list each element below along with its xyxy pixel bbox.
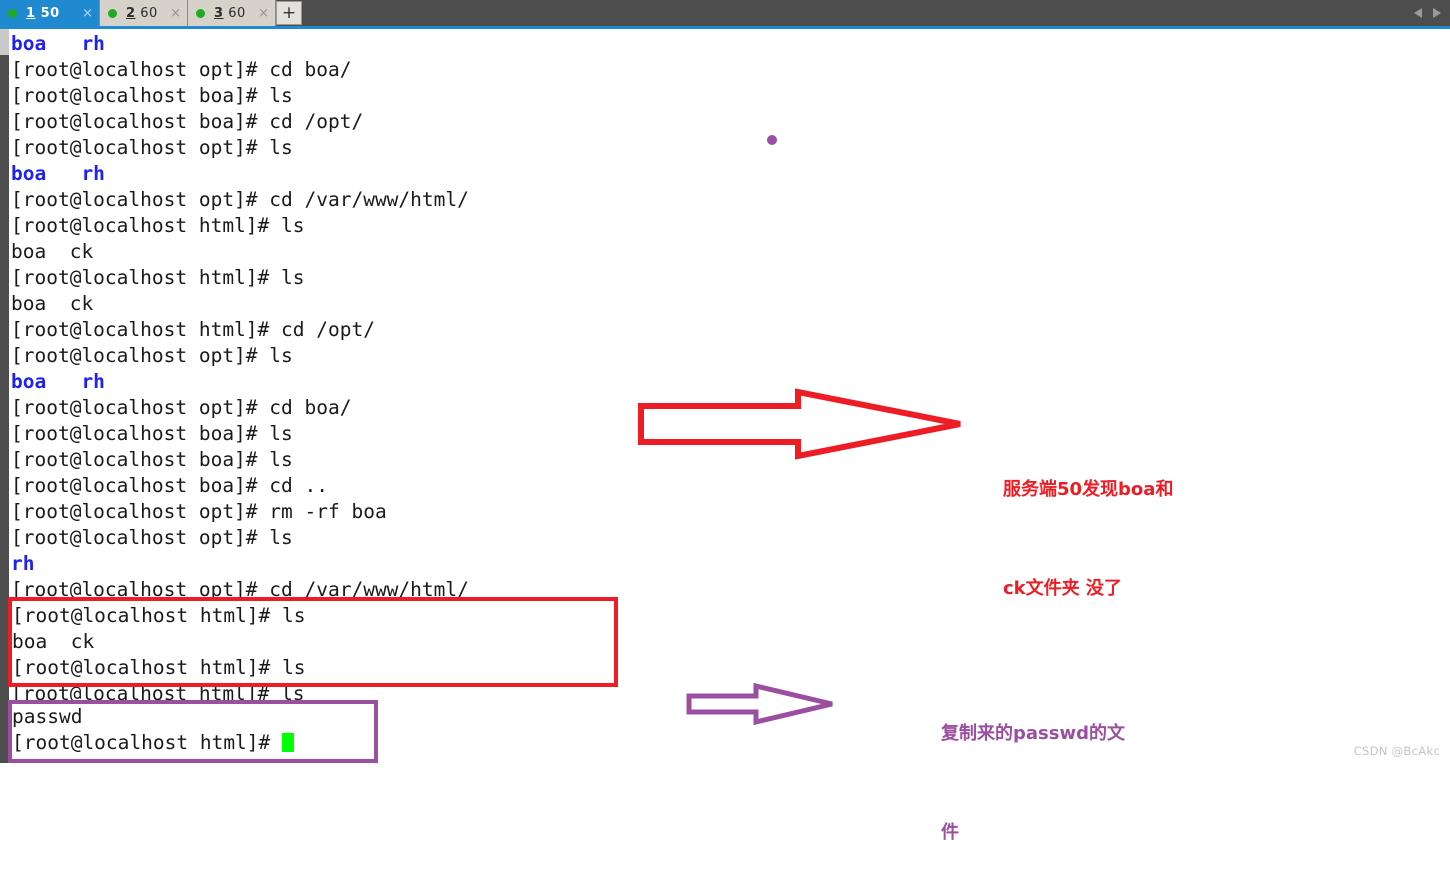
close-icon[interactable]: ×	[258, 6, 269, 21]
terminal-prompt: [root@localhost html]#	[12, 731, 283, 754]
terminal-line: [root@localhost opt]# rm -rf boa	[11, 500, 387, 523]
terminal-line: [root@localhost opt]# ls	[11, 526, 293, 549]
terminal-line: [root@localhost boa]# cd /opt/	[11, 110, 364, 133]
terminal-line: [root@localhost html]# ls	[12, 604, 306, 627]
terminal-line: boa ck	[11, 292, 94, 315]
terminal-line: [root@localhost opt]# cd boa/	[11, 58, 352, 81]
status-dot-green-icon	[196, 8, 205, 18]
status-dot-green-icon	[108, 8, 117, 18]
terminal-line: boa rh	[11, 162, 105, 185]
purple-highlight-box-content: passwd [root@localhost html]#	[12, 700, 378, 763]
red-annotation-line-2: ck文件夹 没了	[1003, 578, 1122, 599]
terminal-line: [root@localhost html]# cd /opt/	[11, 318, 375, 341]
terminal-line: [root@localhost html]# ls	[11, 266, 305, 289]
tab-2-label: 2 60	[126, 6, 164, 21]
terminal-line: boa ck	[12, 630, 95, 653]
terminal-line: passwd	[12, 705, 83, 728]
terminal-line: [root@localhost html]# ls	[11, 214, 305, 237]
purple-annotation-note: 复制来的passwd的文 件	[941, 651, 1125, 882]
tab-bar-spacer	[302, 0, 1413, 26]
tab-2[interactable]: 2 60 ×	[100, 0, 188, 26]
tab-1-title: 50	[40, 5, 60, 21]
terminal-line: boa rh	[11, 32, 105, 55]
red-highlight-box-content: [root@localhost html]# ls boa ck [root@l…	[12, 597, 618, 687]
tab-2-title: 60	[140, 5, 158, 21]
tab-1-label: 1 50	[26, 6, 76, 21]
terminal-line: [root@localhost boa]# cd ..	[11, 474, 328, 497]
red-annotation-line-1: 服务端50发现boa和	[1003, 479, 1174, 500]
tab-3[interactable]: 3 60 ×	[188, 0, 276, 26]
terminal-scrollbar-thumb[interactable]	[0, 29, 9, 55]
tab-3-index: 3	[214, 5, 224, 21]
close-icon[interactable]: ×	[170, 6, 181, 21]
tab-1[interactable]: 1 50 ×	[0, 0, 100, 26]
chevron-left-icon[interactable]	[1413, 7, 1424, 19]
red-annotation-note: 服务端50发现boa和 ck文件夹 没了	[1003, 407, 1173, 638]
terminal-tab-bar: 1 50 × 2 60 × 3 60 × +	[0, 0, 1450, 26]
terminal-line: [root@localhost html]#	[12, 730, 378, 756]
tab-scroll-controls	[1413, 0, 1450, 26]
close-icon[interactable]: ×	[82, 6, 93, 21]
purple-dot-marker	[767, 135, 777, 145]
tab-2-index: 2	[126, 5, 136, 21]
purple-annotation-line-2: 件	[941, 822, 959, 843]
terminal-line: [root@localhost boa]# ls	[11, 84, 293, 107]
terminal-line: rh	[11, 552, 35, 575]
watermark: CSDN @BcAkc	[1353, 744, 1440, 758]
terminal-line: [root@localhost html]# ls	[12, 656, 306, 679]
chevron-right-icon[interactable]	[1431, 7, 1442, 19]
tab-3-label: 3 60	[214, 6, 252, 21]
tab-1-index: 1	[26, 5, 36, 21]
red-arrow-annotation	[638, 388, 961, 460]
terminal-line: [root@localhost opt]# ls	[11, 344, 293, 367]
purple-arrow-annotation	[686, 682, 833, 726]
terminal-line: [root@localhost opt]# cd /var/www/html/	[11, 188, 469, 211]
tab-3-title: 60	[228, 5, 246, 21]
status-dot-green-icon	[8, 8, 17, 18]
terminal-line: [root@localhost opt]# ls	[11, 136, 293, 159]
terminal-cursor	[282, 733, 295, 752]
new-tab-button[interactable]: +	[276, 1, 302, 25]
terminal-line: boa ck	[11, 240, 94, 263]
purple-annotation-line-1: 复制来的passwd的文	[941, 723, 1125, 744]
